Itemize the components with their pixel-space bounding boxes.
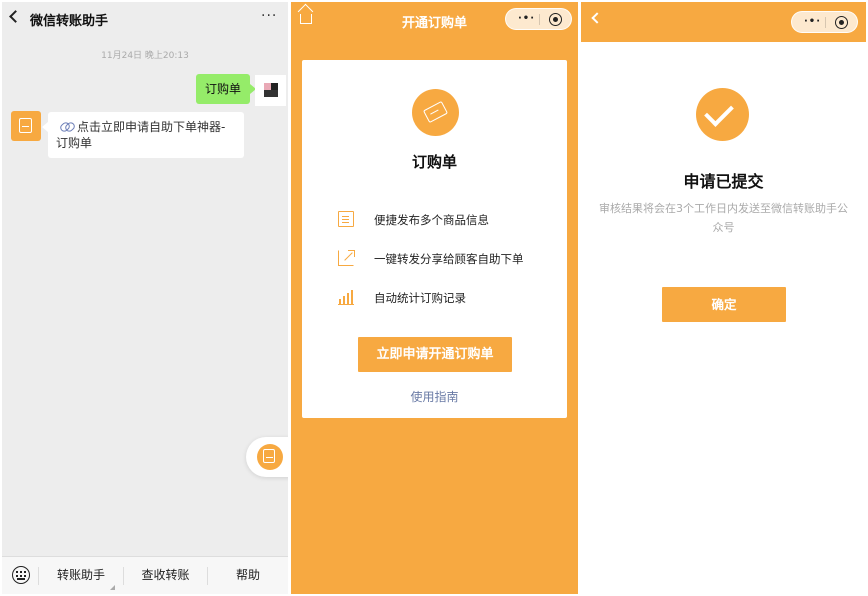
menu-item-check-transfer[interactable]: 查收转账 xyxy=(124,557,207,594)
chat-screen: 微信转账助手 ··· 11月24日 晚上20:13 订购单 点击立即申请自助下单… xyxy=(2,2,288,594)
bar-chart-icon xyxy=(338,289,354,305)
submenu-indicator-icon xyxy=(110,585,115,590)
more-options-icon[interactable]: ·•· xyxy=(804,17,821,27)
chat-title: 微信转账助手 xyxy=(30,14,109,29)
back-arrow-icon[interactable] xyxy=(9,10,22,23)
success-check-icon xyxy=(696,88,749,141)
back-arrow-icon[interactable] xyxy=(591,12,603,24)
intro-card: 订购单 便捷发布多个商品信息 一键转发分享给顾客自助下单 自动统计订购记录 立即… xyxy=(302,60,567,418)
ticket-icon xyxy=(422,100,449,124)
chat-header: 微信转账助手 ··· xyxy=(2,2,288,38)
floating-order-button[interactable] xyxy=(246,437,288,477)
result-description: 审核结果将会在3个工作日内发送至微信转账助手公众号 xyxy=(599,202,848,234)
user-guide-link[interactable]: 使用指南 xyxy=(302,388,567,405)
feature-text: 便捷发布多个商品信息 xyxy=(374,213,489,227)
feature-item: 一键转发分享给顾客自助下单 xyxy=(338,249,563,269)
close-miniprogram-icon[interactable] xyxy=(835,16,848,29)
result-header: ·•· xyxy=(581,2,866,42)
received-link-message[interactable]: 点击立即申请自助下单神器-订购单 xyxy=(42,112,244,158)
menu-item-help[interactable]: 帮助 xyxy=(208,557,288,594)
sent-message-bubble[interactable]: 订购单 xyxy=(196,74,257,104)
share-icon xyxy=(338,250,355,266)
link-icon xyxy=(60,123,73,132)
keyboard-icon[interactable] xyxy=(12,566,30,584)
feature-text: 一键转发分享给顾客自助下单 xyxy=(374,252,524,266)
chat-bottom-menu: 转账助手 查收转账 帮助 xyxy=(2,556,288,594)
more-options-icon[interactable]: ··· xyxy=(261,8,277,24)
confirm-button[interactable]: 确定 xyxy=(662,287,786,322)
feature-text: 自动统计订购记录 xyxy=(374,291,466,305)
miniprogram-capsule: ·•· xyxy=(505,8,572,30)
document-icon xyxy=(19,118,32,133)
close-miniprogram-icon[interactable] xyxy=(549,13,562,26)
more-options-icon[interactable]: ·•· xyxy=(518,14,535,24)
floating-button-circle xyxy=(257,444,283,470)
feature-item: 便捷发布多个商品信息 xyxy=(338,210,563,230)
apply-order-screen: 开通订购单 ·•· 订购单 便捷发布多个商品信息 一键转发分享给顾客自助下单 自… xyxy=(291,2,578,594)
user-avatar[interactable] xyxy=(255,75,286,106)
message-timestamp: 11月24日 晚上20:13 xyxy=(101,51,189,61)
received-link-text[interactable]: 点击立即申请自助下单神器-订购单 xyxy=(56,120,225,150)
document-icon xyxy=(263,449,275,463)
document-icon xyxy=(338,211,354,227)
order-logo xyxy=(412,89,459,136)
assistant-avatar[interactable] xyxy=(11,111,41,141)
capsule-divider xyxy=(539,14,540,25)
result-title: 申请已提交 xyxy=(683,172,764,191)
card-title: 订购单 xyxy=(411,153,457,171)
apply-button[interactable]: 立即申请开通订购单 xyxy=(358,337,512,372)
miniprogram-capsule: ·•· xyxy=(791,11,858,33)
feature-item: 自动统计订购记录 xyxy=(338,288,563,308)
submitted-screen: ·•· 申请已提交 审核结果将会在3个工作日内发送至微信转账助手公众号 确定 xyxy=(581,2,866,594)
capsule-divider xyxy=(825,17,826,28)
